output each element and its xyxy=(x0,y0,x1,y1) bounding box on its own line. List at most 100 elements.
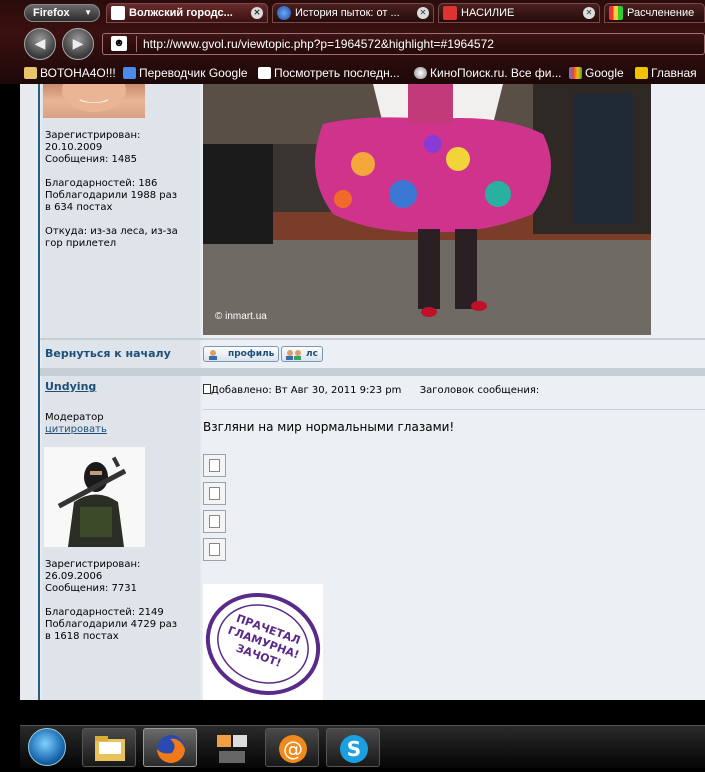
tab-title: НАСИЛИЕ xyxy=(461,7,515,19)
image-watermark: © inmart.ua xyxy=(215,311,267,322)
svg-text:S: S xyxy=(347,737,361,761)
tab-volzhsky[interactable]: Волжский городс... ✕ xyxy=(106,3,268,23)
close-icon[interactable]: ✕ xyxy=(417,7,429,19)
registered-date: 20.10.2009 xyxy=(45,142,103,153)
user-icon xyxy=(207,349,225,360)
bookmark-label: ВОТОНА4О!!! xyxy=(40,66,116,80)
user-rank: Модератор xyxy=(45,412,104,423)
site-favicon-icon xyxy=(635,67,648,79)
film-reel-icon xyxy=(414,67,427,79)
users-icon xyxy=(285,349,303,360)
pm-button-label: лс xyxy=(306,349,318,359)
private-message-button[interactable]: лс xyxy=(281,346,323,362)
broken-image-icon xyxy=(203,510,226,533)
profile-button-label: профиль xyxy=(228,349,275,359)
broken-image-icon xyxy=(203,538,226,561)
bar-chart-icon xyxy=(609,6,623,20)
post-image: © inmart.ua xyxy=(203,84,651,335)
thanked-posts: в 634 постах xyxy=(45,202,113,213)
bookmark-label: Посмотреть последн... xyxy=(274,66,400,80)
post1-author-stats: Зарегистрирован: 20.10.2009 Сообщения: 1… xyxy=(45,130,178,250)
close-icon[interactable]: ✕ xyxy=(583,7,595,19)
qip-taskbar-button[interactable] xyxy=(204,728,258,767)
tab-dismemberment[interactable]: Расчленение xyxy=(604,3,705,23)
skype-icon: S xyxy=(340,735,368,763)
firefox-taskbar-button[interactable] xyxy=(143,728,197,767)
tab-title: Расчленение xyxy=(627,7,695,19)
svg-text:@: @ xyxy=(283,737,303,761)
thanks-count: Благодарностей: 2149 xyxy=(45,607,164,618)
bookmark-item[interactable]: Переводчик Google xyxy=(123,63,248,83)
bookmark-label: Переводчик Google xyxy=(139,66,248,80)
thanked-count: Поблагодарили 4729 раз xyxy=(45,619,178,630)
forum-page: Зарегистрирован: 20.10.2009 Сообщения: 1… xyxy=(20,84,705,700)
url-text: http://www.gvol.ru/viewtopic.php?p=19645… xyxy=(143,37,494,51)
quote-link[interactable]: цитировать xyxy=(45,424,107,436)
taskbar-bar: @ S xyxy=(20,725,705,768)
tab-violence[interactable]: НАСИЛИЕ ✕ xyxy=(438,3,600,23)
bookmark-item[interactable]: Главная xyxy=(635,63,697,83)
at-sign-icon: @ xyxy=(279,735,307,763)
thanked-count: Поблагодарили 1988 раз xyxy=(45,190,178,201)
firefox-menu-label: Firefox xyxy=(33,7,70,19)
bookmark-item[interactable]: КиноПоиск.ru. Все фи... xyxy=(414,63,562,83)
avatar xyxy=(44,447,145,547)
chat-app-icon xyxy=(217,735,247,763)
post-subject-label: Заголовок сообщения: xyxy=(419,385,540,396)
avatar xyxy=(43,84,145,118)
firefox-menu-button[interactable]: Firefox ▼ xyxy=(24,4,100,22)
bookmark-label: Google xyxy=(585,66,624,80)
registered-date: 26.09.2006 xyxy=(45,571,103,582)
tab-strip: Firefox ▼ Волжский городс... ✕ История п… xyxy=(0,3,705,23)
bookmark-label: Главная xyxy=(651,66,697,80)
browser-chrome: Firefox ▼ Волжский городс... ✕ История п… xyxy=(0,0,705,84)
navigation-bar: ◀ ▶ ☻ http://www.gvol.ru/viewtopic.php?p… xyxy=(0,28,705,60)
profile-button[interactable]: профиль xyxy=(203,346,280,362)
forward-button[interactable]: ▶ xyxy=(62,28,94,60)
tab-title: История пыток: от ... xyxy=(295,7,400,19)
back-button[interactable]: ◀ xyxy=(24,28,56,60)
bookmark-label: КиноПоиск.ru. Все фи... xyxy=(430,66,562,80)
location-line1: Откуда: из-за леса, из-за xyxy=(45,226,178,237)
site-favicon-icon xyxy=(111,6,125,20)
bookmark-item[interactable]: Google xyxy=(569,63,624,83)
url-bar[interactable]: ☻ http://www.gvol.ru/viewtopic.php?p=196… xyxy=(102,33,705,55)
username-link[interactable]: Undying xyxy=(45,380,96,393)
windows-taskbar: @ S xyxy=(0,700,705,768)
firefox-icon xyxy=(157,735,185,763)
thanks-count: Благодарностей: 186 xyxy=(45,178,158,189)
google-icon xyxy=(569,67,582,79)
post-icon xyxy=(203,384,211,394)
stamp-image: ПРАЧЕТАЛ ГЛАМУРНА! ЗАЧОТ! xyxy=(203,584,323,700)
registered-label: Зарегистрирован: xyxy=(45,130,141,141)
location-line2: гор прилетел xyxy=(45,238,117,249)
post2-author-stats: Зарегистрирован: 26.09.2006 Сообщения: 7… xyxy=(45,559,177,643)
translate-icon xyxy=(123,67,136,79)
site-favicon-icon: ☻ xyxy=(111,36,127,51)
explorer-taskbar-button[interactable] xyxy=(82,728,136,767)
windows-start-icon[interactable] xyxy=(28,728,66,766)
divider xyxy=(203,409,705,410)
back-to-top-link[interactable]: Вернуться к началу xyxy=(45,347,171,360)
page-border xyxy=(38,84,40,700)
registered-label: Зарегистрирован: xyxy=(45,559,141,570)
separator xyxy=(40,368,705,376)
folder-icon xyxy=(24,67,37,79)
folder-icon xyxy=(95,736,125,761)
tab-title: Волжский городс... xyxy=(129,7,233,19)
skype-taskbar-button[interactable]: S xyxy=(326,728,380,767)
mail-agent-taskbar-button[interactable]: @ xyxy=(265,728,319,767)
post-date: Добавлено: Вт Авг 30, 2011 9:23 pm xyxy=(211,385,402,396)
broken-image-icon xyxy=(203,454,226,477)
broken-image-icon xyxy=(203,482,226,505)
post-header: Добавлено: Вт Авг 30, 2011 9:23 pm Загол… xyxy=(203,384,539,396)
message-count: Сообщения: 1485 xyxy=(45,154,138,165)
site-favicon-icon xyxy=(258,67,271,79)
bookmark-item[interactable]: Посмотреть последн... xyxy=(258,63,400,83)
thanked-posts: в 1618 постах xyxy=(45,631,119,642)
close-icon[interactable]: ✕ xyxy=(251,7,263,19)
tab-history[interactable]: История пыток: от ... ✕ xyxy=(272,3,434,23)
message-count: Сообщения: 7731 xyxy=(45,583,138,594)
site-identity-button[interactable]: ☻ xyxy=(107,36,137,52)
bookmark-item[interactable]: ВОТОНА4О!!! xyxy=(24,63,116,83)
